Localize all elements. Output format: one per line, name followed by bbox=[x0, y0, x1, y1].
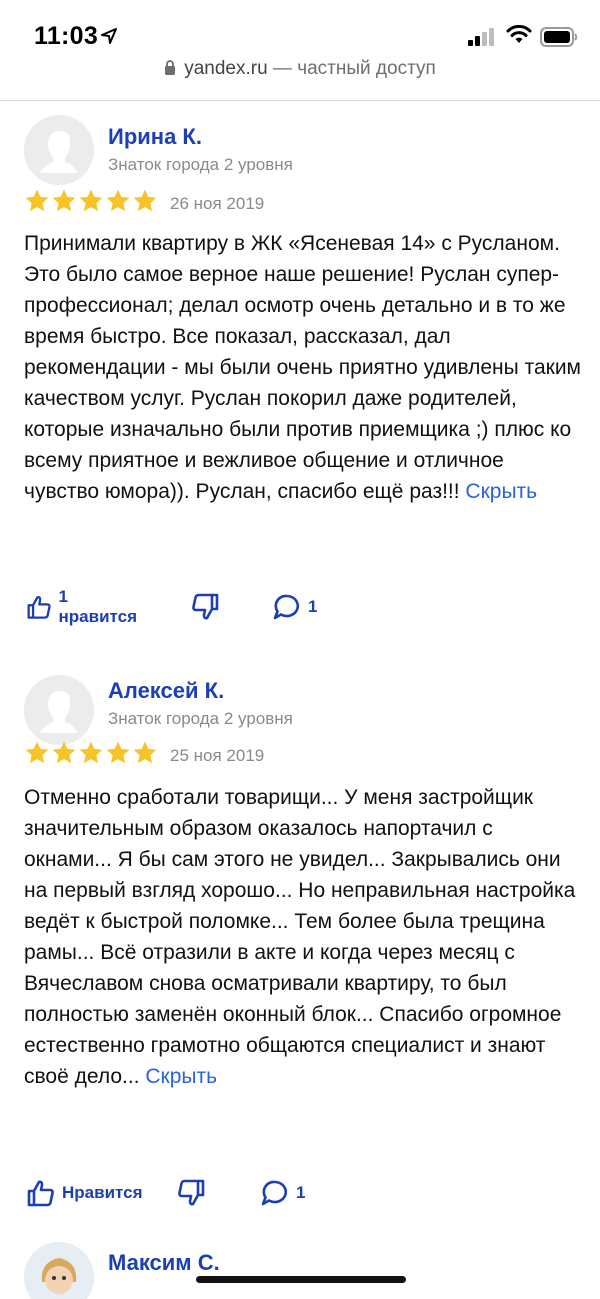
review-author[interactable]: Ирина К. bbox=[108, 124, 202, 150]
dislike-button[interactable] bbox=[176, 1176, 206, 1210]
comment-count: 1 bbox=[296, 1183, 306, 1202]
location-arrow-icon bbox=[101, 28, 117, 44]
avatar[interactable] bbox=[24, 115, 94, 185]
star-icon bbox=[25, 189, 49, 212]
comment-count: 1 bbox=[308, 597, 318, 616]
thumbs-up-icon bbox=[27, 595, 51, 619]
dislike-button[interactable] bbox=[190, 590, 220, 624]
review-author[interactable]: Максим С. bbox=[108, 1250, 220, 1276]
star-icon bbox=[106, 189, 130, 212]
author-rank: Знаток города 2 уровня bbox=[108, 709, 293, 728]
review-text: Отменно сработали товарищи... У меня зас… bbox=[24, 782, 584, 1092]
home-indicator[interactable] bbox=[196, 1276, 406, 1283]
star-icon bbox=[79, 189, 103, 212]
wifi-icon bbox=[506, 25, 532, 43]
comments-button[interactable]: 1 bbox=[272, 590, 317, 624]
rating-stars bbox=[24, 740, 158, 768]
private-access-label: — частный доступ bbox=[267, 58, 436, 79]
review-text: Принимали квартиру в ЖК «Ясеневая 14» с … bbox=[24, 228, 584, 507]
avatar[interactable] bbox=[24, 675, 94, 745]
avatar[interactable] bbox=[24, 1242, 94, 1299]
comments-button[interactable]: 1 bbox=[260, 1176, 305, 1210]
hide-text-link[interactable]: Скрыть bbox=[465, 480, 537, 503]
comment-bubble-icon bbox=[273, 594, 300, 620]
star-icon bbox=[79, 741, 103, 764]
browser-url-bar[interactable]: yandex.ru — частный доступ bbox=[0, 58, 600, 98]
review-author[interactable]: Алексей К. bbox=[108, 678, 224, 704]
thumbs-down-icon bbox=[192, 593, 219, 620]
url-host: yandex.ru bbox=[184, 58, 268, 79]
star-icon bbox=[106, 741, 130, 764]
star-icon bbox=[25, 741, 49, 764]
star-icon bbox=[52, 741, 76, 764]
review-date: 26 ноя 2019 bbox=[170, 194, 265, 213]
author-rank: Знаток города 2 уровня bbox=[108, 155, 293, 174]
user-photo-avatar bbox=[24, 1242, 94, 1299]
status-time: 11:03 bbox=[34, 22, 99, 50]
thumbs-down-icon bbox=[178, 1179, 205, 1206]
battery-icon bbox=[540, 27, 578, 47]
review-body: Отменно сработали товарищи... У меня зас… bbox=[24, 786, 576, 1088]
cellular-signal-icon bbox=[468, 28, 494, 46]
comment-bubble-icon bbox=[261, 1180, 288, 1206]
hide-text-link[interactable]: Скрыть bbox=[145, 1065, 217, 1088]
rating-stars bbox=[24, 188, 158, 216]
like-button[interactable]: Нравится bbox=[26, 1176, 143, 1210]
star-icon bbox=[133, 741, 157, 764]
lock-icon bbox=[165, 60, 176, 75]
review-body: Принимали квартиру в ЖК «Ясеневая 14» с … bbox=[24, 232, 581, 503]
like-count-label: 1 нравится bbox=[58, 587, 138, 626]
like-button[interactable]: 1 нравится bbox=[26, 587, 140, 626]
default-avatar-icon bbox=[24, 115, 94, 185]
default-avatar-icon bbox=[24, 675, 94, 745]
review-date: 25 ноя 2019 bbox=[170, 746, 265, 765]
top-divider bbox=[0, 100, 600, 101]
thumbs-up-icon bbox=[27, 1180, 54, 1207]
star-icon bbox=[133, 189, 157, 212]
star-icon bbox=[52, 189, 76, 212]
like-label: Нравится bbox=[62, 1183, 143, 1202]
